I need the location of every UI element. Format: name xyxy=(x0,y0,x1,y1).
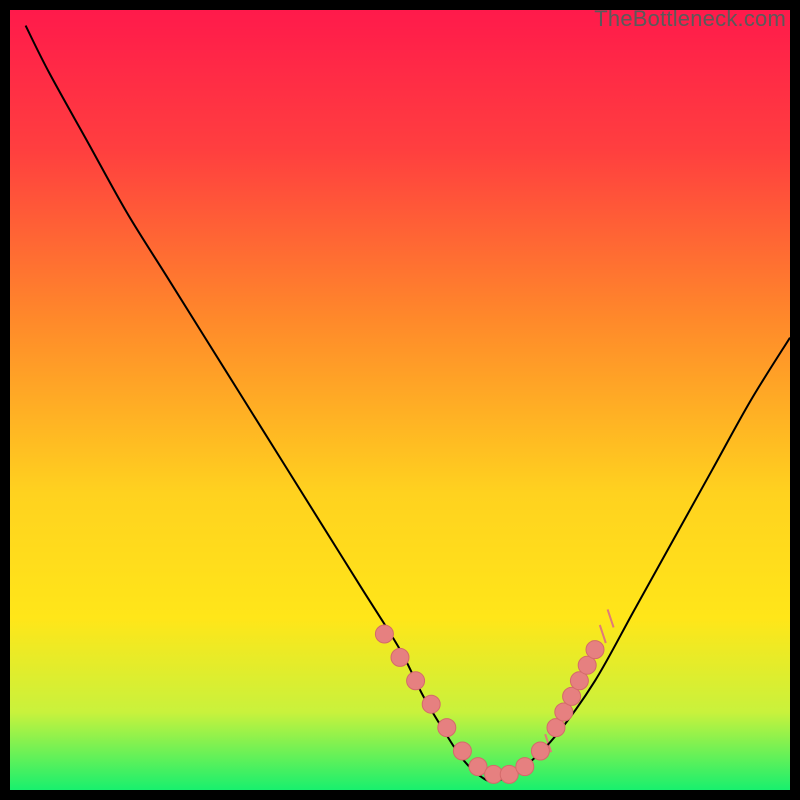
plot-area xyxy=(10,10,790,790)
gradient-background xyxy=(10,10,790,790)
watermark-text: TheBottleneck.com xyxy=(594,6,786,32)
highlight-point xyxy=(453,742,471,760)
highlight-point xyxy=(375,625,393,643)
highlight-point xyxy=(586,641,604,659)
highlight-point xyxy=(516,758,534,776)
chart-svg xyxy=(10,10,790,790)
highlight-point xyxy=(438,719,456,737)
highlight-point xyxy=(422,695,440,713)
chart-container: TheBottleneck.com xyxy=(0,0,800,800)
highlight-point xyxy=(407,672,425,690)
highlight-point xyxy=(391,648,409,666)
highlight-point xyxy=(531,742,549,760)
